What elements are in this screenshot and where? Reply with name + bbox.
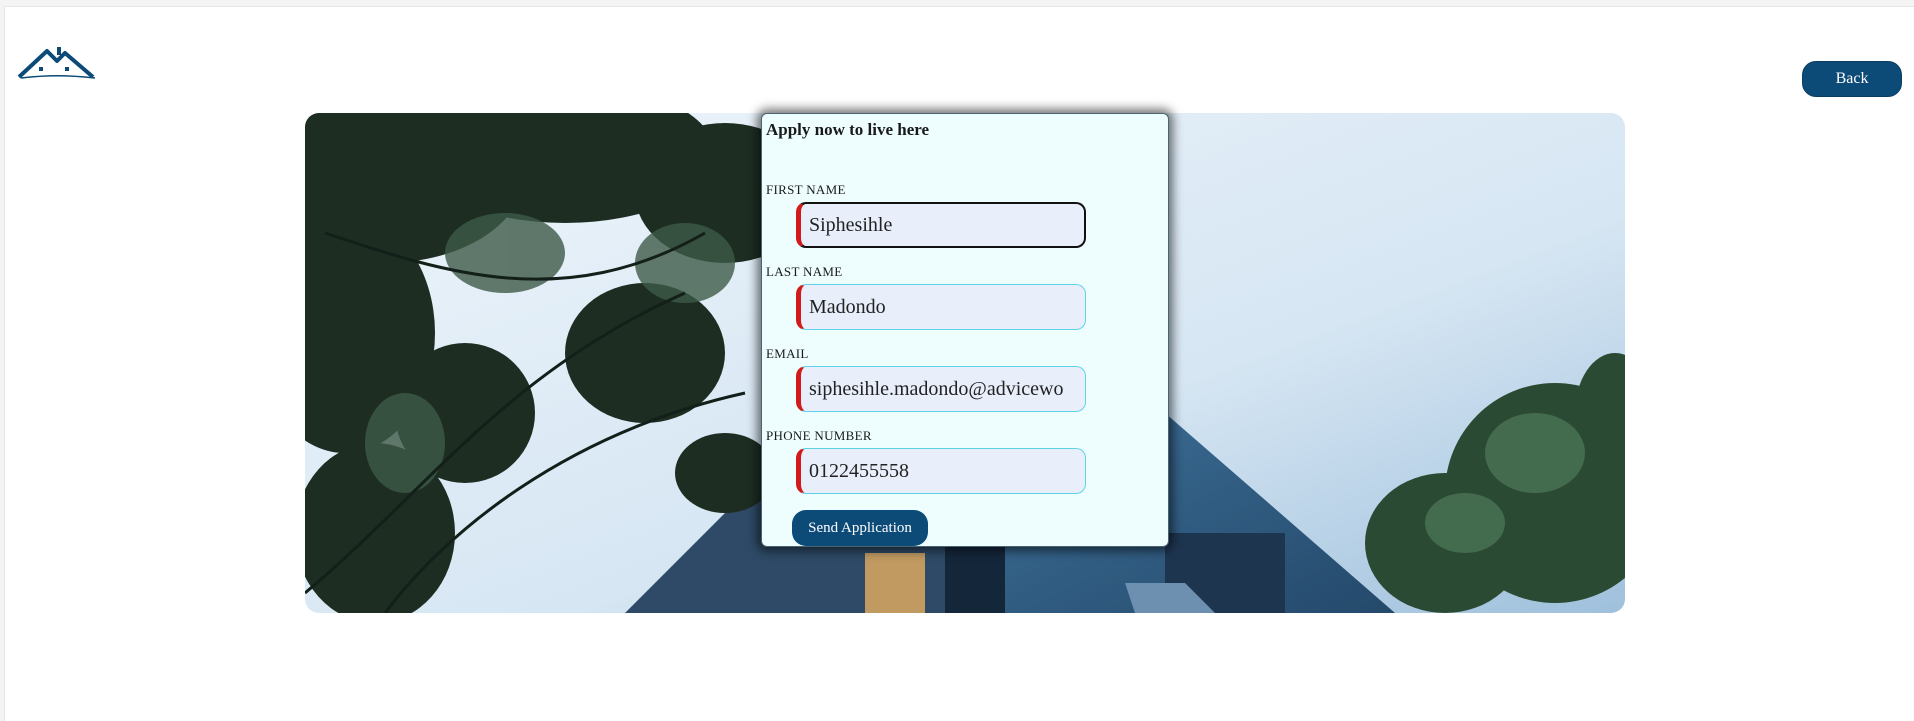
page: Back Apply now to live here FIRST NAME S… xyxy=(4,6,1914,721)
house-roof-logo-icon[interactable] xyxy=(17,41,97,81)
phone-number-label: PHONE NUMBER xyxy=(766,428,872,443)
last-name-input[interactable] xyxy=(796,284,1086,330)
last-name-label: LAST NAME xyxy=(766,264,843,279)
email-input[interactable] xyxy=(796,366,1086,412)
form-title: Apply now to live here xyxy=(766,120,930,139)
application-form: Apply now to live here FIRST NAME LAST N… xyxy=(761,113,1169,547)
phone-number-input[interactable] xyxy=(796,448,1086,494)
back-button[interactable]: Back xyxy=(1802,61,1902,97)
email-label: EMAIL xyxy=(766,346,809,361)
first-name-input[interactable] xyxy=(796,202,1086,248)
send-application-button[interactable]: Send Application xyxy=(792,510,928,546)
first-name-label: FIRST NAME xyxy=(766,182,846,197)
